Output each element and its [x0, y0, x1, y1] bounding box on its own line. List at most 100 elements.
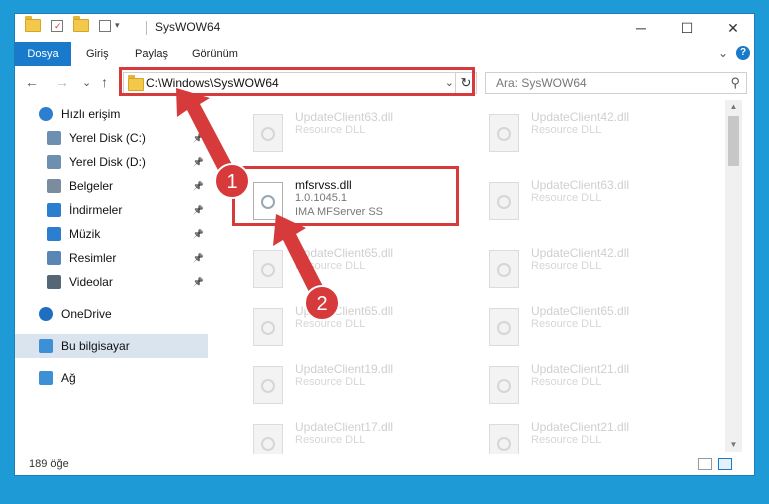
pin-icon[interactable]: 📌: [193, 126, 204, 150]
dll-file-icon: [253, 366, 283, 404]
dll-file-icon: [489, 250, 519, 288]
file-name: UpdateClient65.dll: [531, 304, 630, 318]
title-separator: [146, 21, 147, 35]
minimize-button[interactable]: ─: [618, 14, 664, 42]
help-icon[interactable]: ?: [736, 46, 750, 60]
vertical-scrollbar[interactable]: ▲ ▼: [725, 100, 742, 452]
network-icon: [39, 371, 53, 385]
file-item[interactable]: UpdateClient65.dll Resource DLL: [253, 304, 473, 354]
pin-icon[interactable]: 📌: [193, 222, 204, 246]
sidebar-item[interactable]: Ağ: [15, 366, 208, 390]
sidebar-item[interactable]: Resimler 📌: [15, 246, 208, 270]
ribbon-tabs: Dosya Giriş Paylaş Görünüm ⌄ ?: [15, 42, 754, 67]
file-item[interactable]: UpdateClient42.dll Resource DLL: [489, 246, 709, 296]
download-icon: [47, 203, 61, 217]
sidebar-item[interactable]: İndirmeler 📌: [15, 198, 208, 222]
file-item[interactable]: UpdateClient63.dll Resource DLL: [253, 110, 473, 160]
details-view-icon[interactable]: [698, 458, 712, 470]
drive-icon: [47, 155, 61, 169]
sidebar-item[interactable]: Videolar 📌: [15, 270, 208, 294]
sidebar-item-label: Hızlı erişim: [61, 107, 121, 121]
file-item[interactable]: UpdateClient17.dll Resource DLL: [253, 420, 473, 454]
scroll-down-icon[interactable]: ▼: [725, 438, 742, 452]
file-description: Resource DLL: [531, 318, 602, 330]
documents-icon: [47, 179, 61, 193]
sidebar-item[interactable]: Yerel Disk (C:) 📌: [15, 126, 208, 150]
file-name: UpdateClient63.dll: [531, 178, 630, 192]
close-button[interactable]: ✕: [710, 14, 754, 42]
sidebar-item-label: OneDrive: [61, 307, 112, 321]
file-item[interactable]: UpdateClient42.dll Resource DLL: [489, 110, 709, 160]
recent-locations-icon[interactable]: ⌄: [82, 76, 91, 89]
sidebar-item[interactable]: Yerel Disk (D:) 📌: [15, 150, 208, 174]
forward-icon[interactable]: →: [55, 74, 69, 90]
search-input[interactable]: Ara: SysWOW64: [496, 76, 587, 90]
back-icon[interactable]: ←: [25, 74, 39, 90]
dll-file-icon: [489, 366, 519, 404]
sidebar-item[interactable]: OneDrive: [15, 302, 208, 326]
sidebar-item[interactable]: Belgeler 📌: [15, 174, 208, 198]
file-name: UpdateClient21.dll: [531, 362, 630, 376]
file-description: Resource DLL: [295, 376, 366, 388]
dll-file-icon: [489, 424, 519, 454]
pin-icon[interactable]: 📌: [193, 150, 204, 174]
file-item[interactable]: UpdateClient19.dll Resource DLL: [253, 362, 473, 412]
window-title: SysWOW64: [155, 20, 221, 34]
file-item[interactable]: UpdateClient63.dll Resource DLL: [489, 178, 709, 228]
view-toggle-icon[interactable]: [99, 19, 111, 32]
pin-icon[interactable]: 📌: [193, 246, 204, 270]
sidebar-item[interactable]: Hızlı erişim: [15, 102, 208, 126]
pin-icon[interactable]: 📌: [193, 198, 204, 222]
file-name: UpdateClient21.dll: [531, 420, 630, 434]
folder-icon[interactable]: [25, 16, 41, 32]
search-icon[interactable]: ⚲: [730, 75, 740, 91]
tab-share[interactable]: Paylaş: [135, 42, 168, 66]
file-item[interactable]: UpdateClient21.dll Resource DLL: [489, 420, 709, 454]
sidebar-item-label: Bu bilgisayar: [61, 339, 130, 353]
maximize-button[interactable]: ☐: [664, 14, 710, 42]
search-box[interactable]: Ara: SysWOW64 ⚲: [485, 72, 747, 94]
file-item[interactable]: UpdateClient65.dll Resource DLL: [489, 304, 709, 354]
expand-ribbon-icon[interactable]: ⌄: [718, 46, 728, 60]
up-icon[interactable]: ↑: [101, 74, 108, 90]
scrollbar-thumb[interactable]: [728, 116, 739, 166]
file-name: UpdateClient65.dll: [295, 304, 394, 318]
file-name: UpdateClient63.dll: [295, 110, 394, 124]
file-item[interactable]: UpdateClient65.dll Resource DLL: [253, 246, 473, 296]
scroll-up-icon[interactable]: ▲: [725, 100, 742, 114]
dll-file-icon: [489, 114, 519, 152]
file-list: UpdateClient63.dll Resource DLL mfsrvss.dl…: [223, 100, 725, 454]
large-icons-view-icon[interactable]: [718, 458, 732, 470]
drive-icon: [47, 131, 61, 145]
cloud-icon: [39, 307, 53, 321]
sidebar-item-label: Müzik: [69, 227, 101, 241]
pictures-icon: [47, 251, 61, 265]
file-name: UpdateClient17.dll: [295, 420, 394, 434]
file-highlight-box: [232, 166, 459, 226]
file-description: Resource DLL: [295, 318, 366, 330]
sidebar-item[interactable]: Bu bilgisayar: [15, 334, 208, 358]
tab-home[interactable]: Giriş: [86, 42, 109, 66]
new-folder-icon[interactable]: [73, 16, 89, 32]
properties-icon[interactable]: ✓: [51, 19, 63, 32]
sidebar-item[interactable]: Müzik 📌: [15, 222, 208, 246]
tab-file[interactable]: Dosya: [15, 42, 71, 66]
file-name: UpdateClient42.dll: [531, 246, 630, 260]
file-name: UpdateClient19.dll: [295, 362, 394, 376]
pin-icon[interactable]: 📌: [193, 270, 204, 294]
tab-view[interactable]: Görünüm: [192, 42, 238, 66]
file-item[interactable]: UpdateClient21.dll Resource DLL: [489, 362, 709, 412]
dll-file-icon: [489, 182, 519, 220]
pin-icon[interactable]: 📌: [193, 174, 204, 198]
dll-file-icon: [253, 114, 283, 152]
file-description: Resource DLL: [295, 124, 366, 136]
sidebar-item-label: Yerel Disk (C:): [69, 131, 146, 145]
navigation-pane: Hızlı erişim Yerel Disk (C:) 📌 Yerel Disk (…: [15, 100, 208, 456]
dll-file-icon: [253, 424, 283, 454]
videos-icon: [47, 275, 61, 289]
dll-file-icon: [489, 308, 519, 346]
sidebar-item-label: Resimler: [69, 251, 117, 265]
file-description: Resource DLL: [531, 434, 602, 446]
customize-toolbar-icon[interactable]: ▾: [115, 20, 120, 31]
sidebar-item-label: Belgeler: [69, 179, 114, 193]
